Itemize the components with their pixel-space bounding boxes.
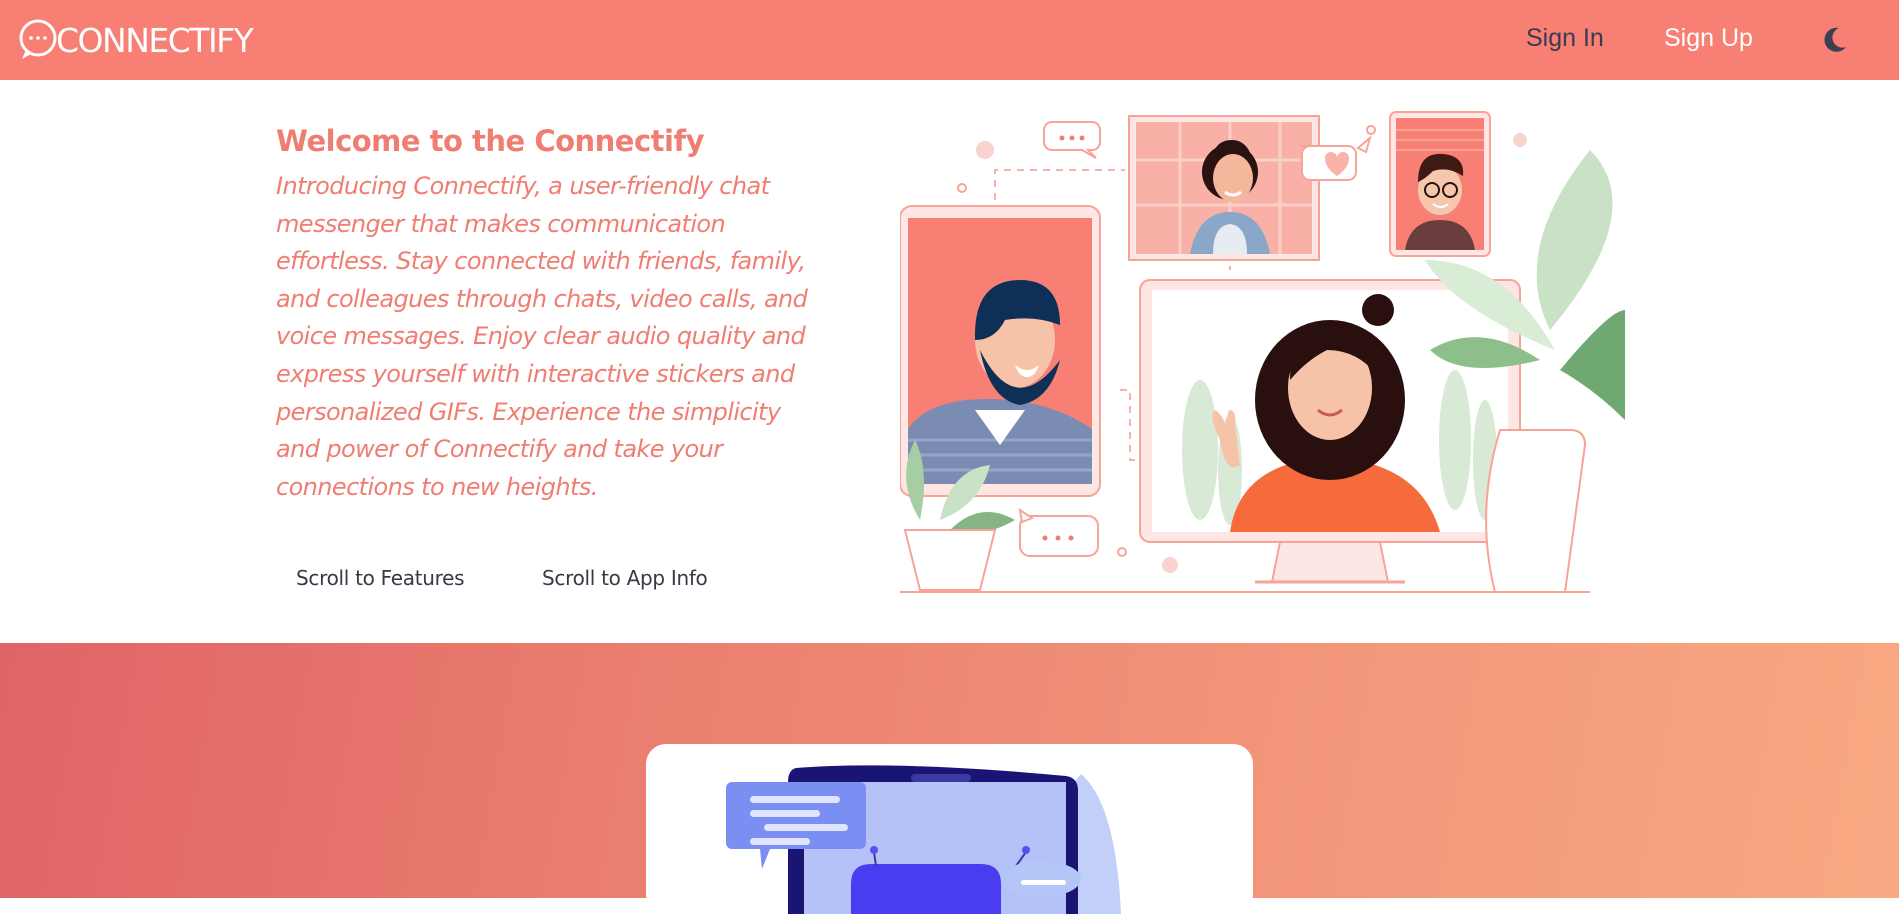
logo[interactable]: CONNECTIFY (18, 18, 254, 62)
speech-bubble-icon (1043, 121, 1101, 159)
feature-card (646, 744, 1253, 914)
moon-icon[interactable] (1822, 26, 1848, 54)
hero-title: Welcome to the Connectify (276, 124, 705, 158)
chat-robot-illustration (726, 765, 1121, 914)
hero-description: Introducing Connectify, a user-friendly … (276, 172, 808, 501)
logo-text: CONNECTIFY (56, 20, 254, 60)
sign-up-link[interactable]: Sign Up (1664, 24, 1753, 53)
sign-in-link[interactable]: Sign In (1526, 24, 1604, 53)
scroll-to-app-info-button[interactable]: Scroll to App Info (542, 566, 708, 590)
video-chat-illustration (900, 111, 1625, 593)
scroll-to-features-button[interactable]: Scroll to Features (296, 566, 465, 590)
navbar: CONNECTIFY Sign In Sign Up (0, 0, 1899, 80)
speech-bubble-icon (1018, 507, 1099, 557)
